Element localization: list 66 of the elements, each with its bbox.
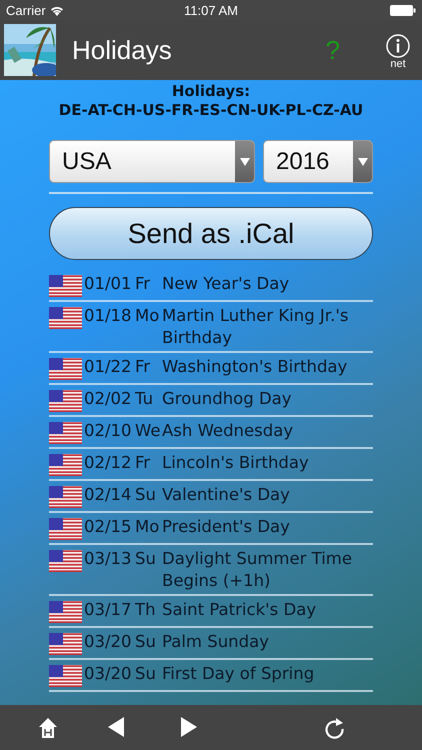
holiday-name: President's Day bbox=[162, 516, 291, 538]
dropdown-arrow-icon bbox=[240, 158, 250, 166]
flag-icon bbox=[49, 518, 82, 540]
info-label: net bbox=[390, 58, 406, 70]
holiday-name: Washington's Birthday bbox=[162, 356, 348, 378]
holiday-name: Saint Patrick's Day bbox=[162, 599, 318, 621]
holiday-name: First Day of Spring bbox=[162, 663, 316, 685]
holiday-date: 03/17 bbox=[84, 599, 133, 621]
holiday-weekday: Su bbox=[135, 631, 157, 653]
flag-icon bbox=[49, 550, 82, 572]
holiday-date: 01/01 bbox=[84, 273, 133, 295]
holiday-weekday: Th bbox=[135, 599, 157, 621]
app-title: Holidays bbox=[72, 34, 173, 66]
holiday-date: 02/12 bbox=[84, 452, 133, 474]
holiday-name: New Year's Day bbox=[162, 273, 290, 295]
flag-icon bbox=[49, 390, 82, 412]
flag-icon bbox=[49, 665, 82, 687]
holiday-date: 02/02 bbox=[84, 388, 133, 410]
flag-icon bbox=[49, 422, 82, 444]
holiday-name: Groundhog Day bbox=[162, 388, 293, 410]
holiday-name: Palm Sunday bbox=[162, 631, 270, 653]
clock-time: 11:07 AM bbox=[184, 2, 238, 18]
flag-icon bbox=[49, 486, 82, 508]
holiday-weekday: Su bbox=[135, 484, 157, 506]
country-codes: DE-AT-CH-US-FR-ES-CN-UK-PL-CZ-AU bbox=[58, 101, 364, 120]
holiday-name: Daylight Summer Time Begins (+1h) bbox=[162, 548, 354, 592]
holiday-date: 01/18 bbox=[84, 305, 133, 327]
holiday-weekday: Tu bbox=[135, 388, 154, 410]
flag-icon bbox=[49, 358, 82, 380]
back-icon[interactable] bbox=[108, 717, 125, 737]
holiday-name: Ash Wednesday bbox=[162, 420, 294, 442]
flag-icon bbox=[49, 454, 82, 476]
holiday-weekday: Su bbox=[135, 663, 157, 685]
holiday-weekday: Fr bbox=[135, 273, 152, 295]
flag-icon bbox=[49, 307, 82, 329]
holiday-name: Martin Luther King Jr.'s Birthday bbox=[162, 305, 350, 349]
dropdown-field[interactable]: 2016 bbox=[263, 140, 373, 183]
holiday-weekday: Mo bbox=[135, 305, 160, 327]
header-title: Holidays: bbox=[170, 82, 252, 101]
dropdown-arrow-icon bbox=[358, 158, 368, 166]
holiday-date: 03/13 bbox=[84, 548, 133, 570]
dropdown-field[interactable]: USA bbox=[49, 140, 255, 183]
holiday-date: 02/15 bbox=[84, 516, 133, 538]
holiday-date: 03/20 bbox=[84, 663, 133, 685]
holiday-date: 02/14 bbox=[84, 484, 133, 506]
holiday-date: 01/22 bbox=[84, 356, 133, 378]
carrier-label: Carrier bbox=[6, 2, 46, 18]
holiday-date: 02/10 bbox=[84, 420, 133, 442]
flag-icon bbox=[49, 601, 82, 623]
send-ical-button[interactable]: Send as .iCal bbox=[49, 207, 373, 260]
wifi-icon bbox=[50, 4, 64, 16]
holiday-weekday: Su bbox=[135, 548, 157, 570]
battery-icon bbox=[390, 4, 416, 16]
flag-icon bbox=[49, 633, 82, 655]
holiday-weekday: Mo bbox=[135, 516, 160, 538]
holiday-date: 03/20 bbox=[84, 631, 133, 653]
holiday-weekday: We bbox=[135, 420, 162, 442]
info-icon[interactable] bbox=[386, 34, 410, 58]
home-icon[interactable] bbox=[38, 717, 58, 739]
holiday-name: Lincoln's Birthday bbox=[162, 452, 310, 474]
forward-icon[interactable] bbox=[180, 717, 197, 737]
holiday-weekday: Fr bbox=[135, 356, 152, 378]
flag-icon bbox=[49, 275, 82, 297]
refresh-icon[interactable] bbox=[325, 717, 345, 739]
holiday-weekday: Fr bbox=[135, 452, 152, 474]
holiday-name: Valentine's Day bbox=[162, 484, 291, 506]
